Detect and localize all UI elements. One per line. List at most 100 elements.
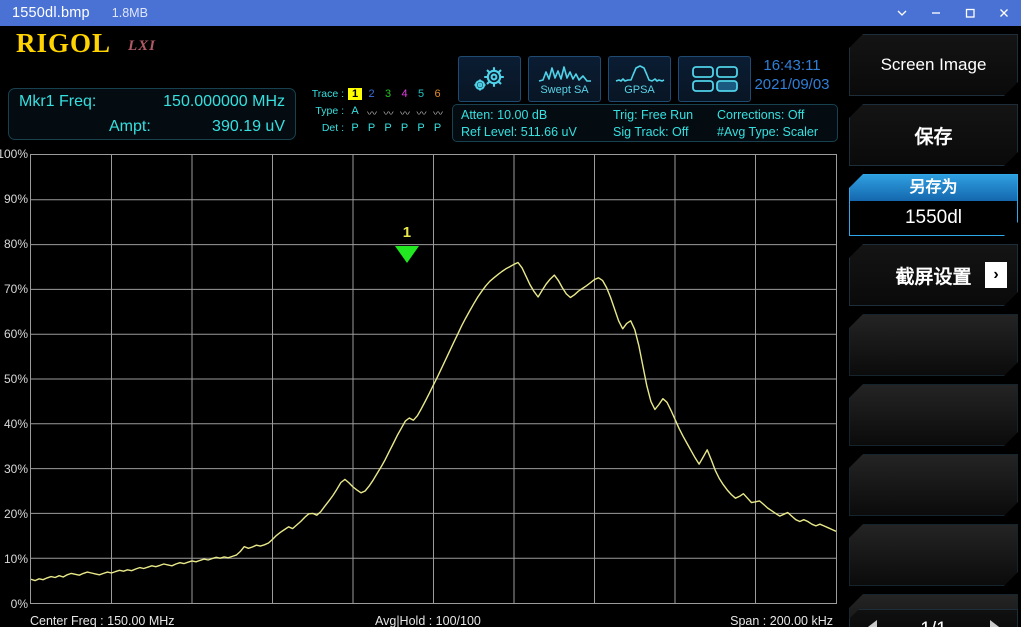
softkey-screen-image[interactable]: Screen Image: [849, 34, 1018, 96]
prev-page-arrow[interactable]: [864, 620, 877, 627]
trace-type-4[interactable]: 〰: [398, 105, 412, 120]
info-column-atten: Atten: 10.00 dB Ref Level: 511.66 uV: [461, 107, 577, 141]
close-icon[interactable]: [987, 0, 1021, 26]
y-tick-40: 40%: [4, 417, 28, 431]
trace-type-3[interactable]: 〰: [381, 105, 395, 120]
swept-sa-mode-button[interactable]: Swept SA: [528, 56, 601, 102]
softkey-empty-5: [849, 384, 1018, 446]
trace-type-6[interactable]: 〰: [431, 105, 445, 120]
y-tick-80: 80%: [4, 237, 28, 251]
trace-type-2[interactable]: 〰: [365, 105, 379, 120]
measurement-info-panel: Atten: 10.00 dB Ref Level: 511.66 uV Tri…: [452, 104, 838, 142]
trig-value: Trig: Free Run: [613, 107, 693, 124]
marker-freq-label: Mkr1 Freq:: [19, 89, 96, 115]
y-tick-50: 50%: [4, 372, 28, 386]
softkey-pager[interactable]: 1/1: [849, 609, 1018, 627]
graph-svg: [31, 155, 836, 603]
trace-config-panel[interactable]: Trace : Type : Det : 123456A〰〰〰〰〰PPPPPP: [300, 88, 446, 140]
marker-ampt-value: 390.19 uV: [212, 114, 285, 140]
gpsa-icon: [614, 63, 666, 85]
page-indicator: 1/1: [920, 619, 946, 627]
trace-number-2[interactable]: 2: [365, 88, 379, 100]
clock-time: 16:43:11: [742, 56, 842, 75]
softkey-empty-4: [849, 314, 1018, 376]
spectrum-plot-area: 0%10%20%30%40%50%60%70%80%90%100% 1: [0, 144, 845, 612]
gpsa-mode-button[interactable]: GPSA: [608, 56, 671, 102]
avg-hold-value: Avg|Hold : 100/100: [375, 614, 481, 627]
spectrum-analyzer-window: 1550dl.bmp 1.8MB RIGOL LXI: [0, 0, 1021, 627]
rigol-logo: RIGOL: [16, 28, 111, 59]
marker-freq-row: Mkr1 Freq: 150.000000 MHz: [9, 89, 295, 115]
swept-sa-icon: [537, 63, 593, 85]
trace-row-label: Trace :: [300, 88, 344, 100]
y-tick-90: 90%: [4, 192, 28, 206]
next-page-arrow[interactable]: [990, 620, 1003, 627]
trace-type-5[interactable]: 〰: [414, 105, 428, 120]
trace-det-6[interactable]: P: [431, 122, 445, 134]
trace-det-1[interactable]: P: [348, 122, 362, 134]
y-tick-60: 60%: [4, 327, 28, 341]
trace-det-5[interactable]: P: [414, 122, 428, 134]
softkey-save-as-value: 1550dl: [850, 201, 1017, 235]
det-row-label: Det :: [300, 122, 344, 134]
y-tick-20: 20%: [4, 507, 28, 521]
y-tick-100: 100%: [0, 147, 28, 161]
marker-ampt-row: Ampt: 390.19 uV: [9, 114, 295, 140]
softkey-save-as[interactable]: 另存为1550dl: [849, 174, 1018, 236]
softkey-save-as-title: 另存为: [850, 175, 1017, 201]
instrument-screen: RIGOL LXI Swept SA: [0, 26, 1021, 627]
gpsa-label: GPSA: [624, 84, 655, 96]
grid-windows-icon: [689, 63, 741, 95]
marker-readout-panel[interactable]: Mkr1 Freq: 150.000000 MHz Ampt: 390.19 u…: [8, 88, 296, 140]
y-axis-labels: 0% 10% 20% 30% 40% 50% 60% 70% 80% 90% 100%: [0, 144, 30, 612]
file-size-label: 1.8MB: [112, 6, 148, 20]
gear-icon: [470, 62, 510, 96]
window-titlebar: 1550dl.bmp 1.8MB: [0, 0, 1021, 26]
center-freq-value: Center Freq : 150.00 MHz: [30, 614, 175, 627]
softkey-label: 截屏设置: [895, 262, 971, 289]
trace-graph[interactable]: [30, 154, 837, 604]
minimize-icon[interactable]: [919, 0, 953, 26]
trace-type-1[interactable]: A: [348, 105, 362, 117]
softkey-sidebar: Screen Image 保存另存为1550dl 截屏设置› 1/1: [845, 26, 1021, 627]
corrections-value: Corrections: Off: [717, 107, 818, 124]
maximize-icon[interactable]: [953, 0, 987, 26]
multi-window-button[interactable]: [678, 56, 751, 102]
y-tick-70: 70%: [4, 282, 28, 296]
softkey-save[interactable]: 保存: [849, 104, 1018, 166]
y-tick-10: 10%: [4, 552, 28, 566]
trace-det-4[interactable]: P: [398, 122, 412, 134]
info-column-trig: Trig: Free Run Sig Track: Off: [613, 107, 693, 141]
swept-sa-label: Swept SA: [540, 84, 588, 96]
y-tick-30: 30%: [4, 462, 28, 476]
softkey-empty-6: [849, 454, 1018, 516]
span-value: Span : 200.00 kHz: [730, 614, 833, 627]
softkey-label: 保存: [914, 122, 952, 149]
sig-track-value: Sig Track: Off: [613, 124, 693, 141]
avg-type-value: #Avg Type: Scaler: [717, 124, 818, 141]
atten-value: Atten: 10.00 dB: [461, 107, 577, 124]
trace-det-2[interactable]: P: [365, 122, 379, 134]
trace-number-5[interactable]: 5: [414, 88, 428, 100]
trace-number-6[interactable]: 6: [431, 88, 445, 100]
marker-freq-value: 150.000000 MHz: [163, 89, 285, 115]
type-row-label: Type :: [300, 105, 344, 117]
chevron-down-icon[interactable]: [885, 0, 919, 26]
marker-ampt-label: Ampt:: [109, 114, 151, 140]
y-tick-0: 0%: [11, 597, 28, 611]
trace-number-4[interactable]: 4: [398, 88, 412, 100]
file-name-label: 1550dl.bmp: [12, 5, 90, 21]
trace-number-1[interactable]: 1: [348, 88, 362, 100]
status-row-1: Center Freq : 150.00 MHz Avg|Hold : 100/…: [0, 614, 845, 627]
trace-number-3[interactable]: 3: [381, 88, 395, 100]
softkey-empty-7: [849, 524, 1018, 586]
system-setup-button[interactable]: [458, 56, 521, 102]
trace-det-3[interactable]: P: [381, 122, 395, 134]
clock-display: 16:43:11 2021/09/03: [742, 56, 842, 94]
softkey-screenshot-settings[interactable]: 截屏设置›: [849, 244, 1018, 306]
lxi-logo: LXI: [128, 38, 156, 55]
info-column-corrections: Corrections: Off #Avg Type: Scaler: [717, 107, 818, 141]
clock-date: 2021/09/03: [742, 75, 842, 94]
ref-level-value: Ref Level: 511.66 uV: [461, 124, 577, 141]
softkey-label: Screen Image: [881, 55, 987, 75]
